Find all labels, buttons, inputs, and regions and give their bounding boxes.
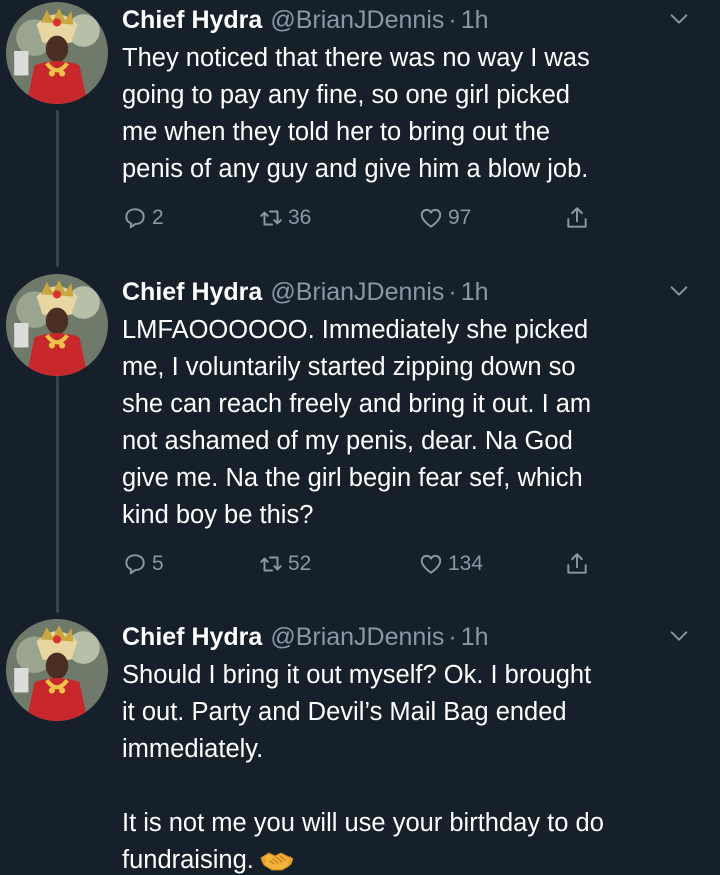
reply-icon [125,554,145,575]
author-name[interactable]: Chief Hydra [122,6,262,35]
share-button[interactable] [564,549,594,579]
tweet-text-line: penis of any guy and give him a blow job… [122,155,589,183]
timestamp[interactable]: 1h [461,278,489,307]
tweet[interactable]: Chief Hydra @BrianJDennis · 1h They noti… [0,0,720,265]
tweet-text-line: going to pay any fine, so one girl picke… [122,81,570,109]
retweet-count: 36 [288,206,312,229]
like-count: 97 [448,206,472,229]
chevron-down-icon[interactable] [668,280,690,302]
retweet-count: 52 [288,552,312,575]
share-icon [567,553,587,574]
separator-dot: · [448,5,457,34]
tweet-text-line: me, I voluntarily started zipping down s… [122,353,576,381]
chevron-down-icon[interactable] [668,8,690,30]
reply-button[interactable]: 2 [122,203,164,233]
tweet[interactable]: Chief Hydra @BrianJDennis · 1h LMFAOOOOO… [0,272,720,602]
reply-button[interactable]: 5 [122,549,164,579]
tweet-text-line: They noticed that there was no way I was [122,44,590,72]
like-button[interactable]: 134 [418,549,483,579]
tweet-actions: 2 36 97 [122,203,602,233]
tweet-thread: Chief Hydra @BrianJDennis · 1h They noti… [0,0,720,875]
handshake-emoji [260,852,294,871]
heart-icon [420,208,442,228]
timestamp[interactable]: 1h [461,623,489,652]
chevron-down-icon[interactable] [668,625,690,647]
tweet-text-line: kind boy be this? [122,501,314,529]
separator-dot: · [448,277,457,306]
retweet-button[interactable]: 52 [258,549,311,579]
like-button[interactable]: 97 [418,203,471,233]
tweet-text-line: immediately. [122,735,264,763]
author-handle[interactable]: @BrianJDennis [270,6,444,35]
tweet-text-line: give me. Na the girl begin fear sef, whi… [122,464,583,492]
tweet-header: Chief Hydra @BrianJDennis · 1h [122,0,489,40]
author-name[interactable]: Chief Hydra [122,623,262,652]
tweet-text-line: it out. Party and Devil’s Mail Bag ended [122,698,567,726]
tweet-text-line: It is not me you will use your birthday … [122,809,604,837]
separator-dot: · [448,622,457,651]
tweet-text-line: she can reach freely and bring it out. I… [122,390,592,418]
reply-count: 2 [152,206,164,229]
avatar[interactable] [6,2,108,104]
tweet-text-final-line: fundraising. [122,842,692,875]
avatar[interactable] [6,274,108,376]
retweet-icon [260,210,282,226]
tweet-text-line: me when they told her to bring out the [122,118,551,146]
heart-icon [420,554,442,574]
author-handle[interactable]: @BrianJDennis [270,278,444,307]
share-icon [567,207,587,228]
tweet-text-line: LMFAOOOOOO. Immediately she picked [122,316,589,344]
reply-count: 5 [152,552,164,575]
tweet[interactable]: Chief Hydra @BrianJDennis · 1h Should I … [0,617,720,875]
tweet-header: Chief Hydra @BrianJDennis · 1h [122,617,489,657]
retweet-icon [260,556,282,572]
tweet-text: They noticed that there was no way I was… [122,40,692,188]
retweet-button[interactable]: 36 [258,203,311,233]
author-name[interactable]: Chief Hydra [122,278,262,307]
tweet-text-line: not ashamed of my penis, dear. Na God [122,427,573,455]
tweet-text-line: fundraising. [122,846,254,874]
timestamp[interactable]: 1h [461,6,489,35]
tweet-text-line: Should I bring it out myself? Ok. I brou… [122,661,592,689]
avatar[interactable] [6,619,108,721]
tweet-actions: 5 52 134 [122,549,602,579]
tweet-text: Should I bring it out myself? Ok. I brou… [122,657,692,875]
reply-icon [125,208,145,229]
like-count: 134 [448,552,484,575]
share-button[interactable] [564,203,594,233]
tweet-header: Chief Hydra @BrianJDennis · 1h [122,272,489,312]
tweet-text: LMFAOOOOOO. Immediately she picked me, I… [122,312,692,534]
author-handle[interactable]: @BrianJDennis [270,623,444,652]
